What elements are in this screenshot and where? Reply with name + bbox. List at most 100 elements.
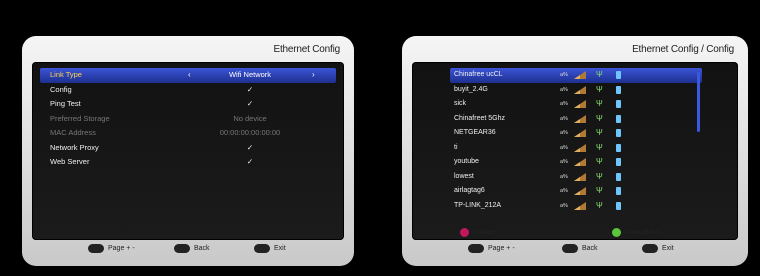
menu-item[interactable]: Config ✓ (40, 83, 336, 98)
menu-item-value: ✓ (246, 84, 254, 94)
footer-hints: Page + - Back Exit (22, 242, 354, 258)
network-ssid: youtube (454, 158, 479, 165)
back-hint[interactable]: Back (562, 242, 598, 256)
wifi-network-row[interactable]: TP-LINK_212A a% Ψ (450, 199, 702, 214)
wifi-antenna-icon: Ψ (596, 99, 603, 108)
signal-bars-icon (574, 100, 586, 108)
update-hint[interactable]: Update (460, 227, 496, 239)
exit-hint[interactable]: Exit (254, 242, 286, 256)
wifi-antenna-icon: Ψ (596, 142, 603, 152)
dialog-frame: Ethernet Config / Config Chinafree ucCL a… (402, 36, 748, 266)
signal-bars-icon (574, 129, 586, 137)
menu-item: Preferred Storage No device (40, 112, 336, 127)
wifi-antenna-icon: Ψ (596, 186, 603, 195)
wifi-antenna-icon: Ψ (596, 200, 603, 210)
menu-item-label: Link Type (50, 70, 82, 79)
lock-icon (616, 187, 621, 195)
menu-item-value: ✓ (246, 142, 254, 152)
menu-item[interactable]: Network Proxy ✓ (40, 141, 336, 156)
menu-item: MAC Address 00:00:00:00:00:00 (40, 126, 336, 141)
signal-strength: a% (560, 144, 568, 151)
signal-bars-icon (574, 114, 586, 123)
page-hint[interactable]: Page + - (88, 242, 135, 256)
menu-item-value: ✓ (246, 99, 254, 108)
wifi-network-row[interactable]: Chinafree ucCL a% Ψ (450, 68, 702, 83)
menu-item-value: No device (233, 113, 267, 123)
menu-item-label: Ping Test (50, 99, 81, 108)
page-key-icon (468, 243, 484, 253)
signal-strength: a% (560, 130, 568, 136)
menu-item-label: Preferred Storage (50, 113, 110, 123)
menu-item[interactable]: Web Server ✓ (40, 155, 336, 170)
signal-strength: a% (560, 115, 568, 122)
color-key-hints: Update Manual Add (402, 227, 748, 241)
wifi-network-row[interactable]: youtube a% Ψ (450, 155, 702, 170)
wifi-network-row[interactable]: Chinafreet 5Ghz a% Ψ (450, 112, 702, 127)
list-scrollbar[interactable] (697, 72, 700, 132)
back-key-icon (562, 243, 578, 253)
signal-strength: a% (560, 72, 568, 78)
signal-bars-icon (574, 172, 586, 181)
signal-bars-icon (574, 85, 586, 94)
lock-icon (616, 172, 621, 181)
wifi-network-row[interactable]: airlagtag6 a% Ψ (450, 184, 702, 199)
menu-item[interactable]: Link Type Wifi Network ‹ › (40, 68, 336, 83)
wifi-antenna-icon: Ψ (596, 157, 603, 166)
back-key-icon (174, 243, 190, 253)
menu-item-value: ✓ (246, 157, 254, 166)
menu-item[interactable]: Ping Test ✓ (40, 97, 336, 112)
network-ssid: buyit_2.4G (454, 85, 488, 93)
network-ssid: sick (454, 100, 467, 107)
network-ssid: lowest (454, 172, 474, 180)
exit-hint[interactable]: Exit (642, 242, 674, 256)
lock-icon (616, 85, 621, 94)
menu-item-label: Network Proxy (50, 142, 99, 152)
wifi-panel: Chinafree ucCL a% Ψbuyit_2.4G a% Ψsick a% Ψ Chi… (412, 62, 738, 240)
screen-ethernet-config: Ethernet Config Link Type Wifi Network ‹ › C… (0, 0, 374, 276)
wifi-antenna-icon: Ψ (596, 113, 603, 123)
signal-strength: a% (560, 159, 568, 165)
menu-item-label: MAC Address (50, 128, 96, 137)
wifi-network-row[interactable]: buyit_2.4G a% Ψ (450, 83, 702, 98)
page-title: Ethernet Config / Config (632, 44, 734, 55)
network-ssid: Chinafree ucCL (454, 71, 503, 78)
network-ssid: NETGEAR36 (454, 129, 496, 136)
lock-icon (616, 201, 621, 210)
signal-strength: a% (560, 188, 568, 194)
settings-panel: Link Type Wifi Network ‹ › Config ✓ Ping Test ✓… (32, 62, 344, 240)
arrow-right-icon[interactable]: › (312, 68, 315, 83)
menu-item-label: Web Server (50, 157, 90, 166)
wifi-network-row[interactable]: lowest a% Ψ (450, 170, 702, 185)
red-key-icon (460, 227, 469, 237)
signal-bars-icon (574, 71, 586, 79)
network-ssid: Chinafreet 5Ghz (454, 114, 505, 122)
arrow-left-icon[interactable]: ‹ (188, 68, 191, 83)
screen-wifi-config: Ethernet Config / Config Chinafree ucCL a… (386, 0, 760, 276)
dialog-frame: Ethernet Config Link Type Wifi Network ‹ › C… (22, 36, 354, 266)
signal-bars-icon (574, 158, 586, 166)
signal-bars-icon (574, 201, 586, 210)
lock-icon (616, 158, 621, 166)
lock-icon (616, 100, 621, 108)
back-hint[interactable]: Back (174, 242, 210, 256)
wifi-antenna-icon: Ψ (596, 70, 603, 79)
page-hint[interactable]: Page + - (468, 242, 515, 256)
lock-icon (616, 143, 621, 152)
signal-strength: a% (560, 202, 568, 209)
lock-icon (616, 129, 621, 137)
wifi-network-row[interactable]: ti a% Ψ (450, 141, 702, 156)
network-ssid: ti (454, 143, 458, 151)
signal-bars-icon (574, 187, 586, 195)
wifi-network-row[interactable]: sick a% Ψ (450, 97, 702, 112)
signal-strength: a% (560, 173, 568, 180)
wifi-antenna-icon: Ψ (596, 128, 603, 137)
wifi-network-list: Chinafree ucCL a% Ψbuyit_2.4G a% Ψsick a% Ψ Chi… (450, 68, 702, 213)
menu-item-label: Config (50, 84, 72, 94)
lock-icon (616, 114, 621, 123)
menu-item-value: Wifi Network (228, 70, 272, 79)
footer-hints: Page + - Back Exit (402, 242, 748, 258)
wifi-network-row[interactable]: NETGEAR36 a% Ψ (450, 126, 702, 141)
wifi-antenna-icon: Ψ (596, 84, 603, 94)
signal-bars-icon (574, 143, 586, 152)
manual-add-hint[interactable]: Manual Add (612, 227, 662, 239)
